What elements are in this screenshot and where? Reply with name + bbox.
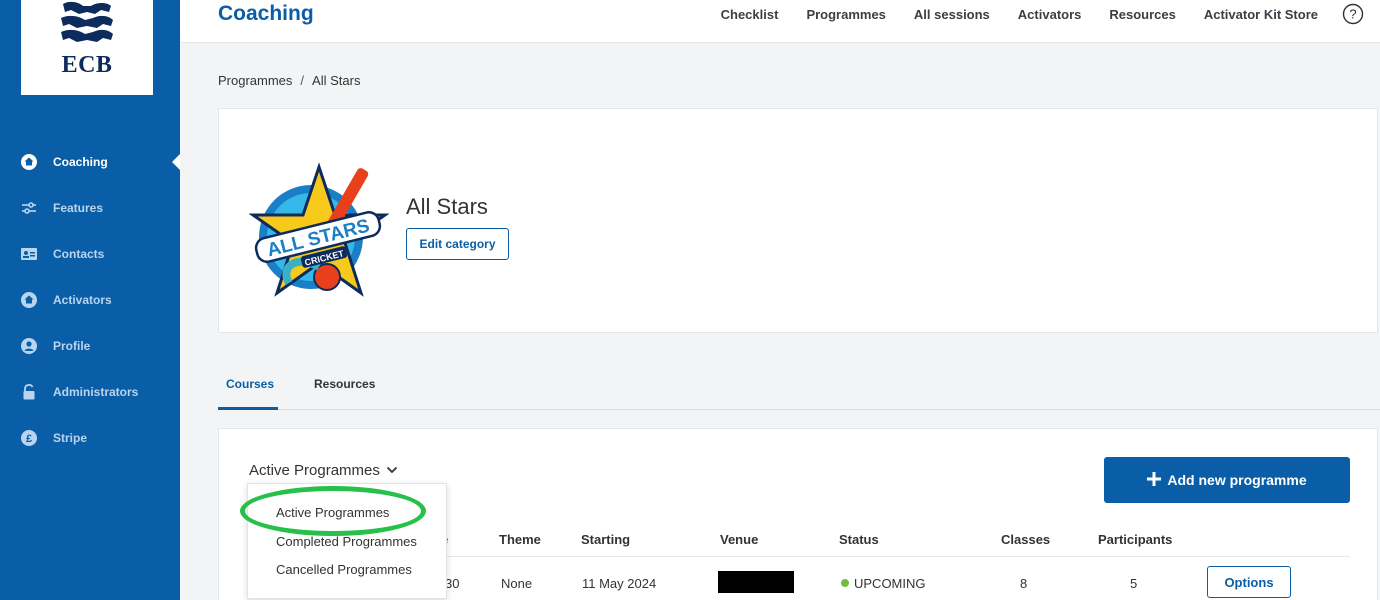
nav-link-resources[interactable]: Resources [1109, 7, 1175, 22]
sidebar-item-administrators[interactable]: Administrators [0, 377, 180, 407]
sidebar-item-label: Stripe [53, 431, 88, 445]
sidebar-item-features[interactable]: Features [0, 193, 180, 223]
column-header-participants[interactable]: Participants [1098, 532, 1172, 547]
cell-participants: 5 [1130, 576, 1138, 591]
sidebar: ECB Coaching Features Contacts Activator… [0, 0, 180, 600]
filter-selected-value: Active Programmes [249, 462, 380, 479]
tab-bar: Courses Resources [218, 370, 1380, 410]
add-new-programme-label: Add new programme [1167, 472, 1307, 488]
active-indicator [172, 154, 180, 170]
cell-starting: 11 May 2024 [582, 576, 657, 591]
nav-link-programmes[interactable]: Programmes [806, 7, 885, 22]
lions-crest-icon [61, 1, 113, 42]
column-header-starting[interactable]: Starting [581, 532, 630, 547]
logo-text: ECB [61, 52, 113, 78]
add-new-programme-button[interactable]: Add new programme [1104, 457, 1350, 503]
sidebar-item-label: Contacts [53, 247, 105, 261]
sidebar-item-activators[interactable]: Activators [0, 285, 180, 315]
cell-partial: 30 [445, 576, 460, 591]
page-title[interactable]: Coaching [218, 2, 314, 26]
edit-category-button[interactable]: Edit category [406, 228, 509, 260]
redacted-venue [718, 571, 794, 593]
tab-courses[interactable]: Courses [226, 377, 274, 391]
breadcrumb: Programmes / All Stars [218, 73, 360, 88]
breadcrumb-separator: / [300, 73, 305, 88]
tab-resources[interactable]: Resources [314, 377, 375, 391]
nav-link-checklist[interactable]: Checklist [721, 7, 779, 22]
breadcrumb-programmes[interactable]: Programmes [218, 73, 292, 88]
user-icon [21, 338, 37, 354]
sidebar-item-profile[interactable]: Profile [0, 331, 180, 361]
cell-status: UPCOMING [841, 576, 926, 591]
nav-link-activators[interactable]: Activators [1018, 7, 1082, 22]
dropdown-option-completed[interactable]: Completed Programmes [276, 534, 417, 549]
breadcrumb-current: All Stars [312, 73, 361, 88]
dropdown-option-cancelled[interactable]: Cancelled Programmes [276, 562, 412, 577]
home-icon [21, 154, 37, 170]
sidebar-item-stripe[interactable]: £ Stripe [0, 423, 180, 453]
active-tab-indicator [218, 407, 278, 410]
cell-classes: 8 [1020, 576, 1028, 591]
question-circle-icon[interactable]: ? [1342, 3, 1364, 25]
programme-filter-select[interactable]: Active Programmes [249, 461, 398, 479]
programme-filter-dropdown: Active Programmes Completed Programmes C… [247, 483, 447, 599]
chevron-down-icon [386, 461, 398, 478]
svg-text:?: ? [1349, 7, 1356, 22]
sidebar-item-label: Features [53, 201, 104, 215]
sidebar-item-label: Profile [53, 339, 91, 353]
column-header-theme[interactable]: Theme [499, 532, 541, 547]
sidebar-item-contacts[interactable]: Contacts [0, 239, 180, 269]
ecb-logo[interactable]: ECB [21, 0, 153, 95]
column-header-venue[interactable]: Venue [720, 532, 758, 547]
category-title: All Stars [406, 194, 488, 219]
id-card-icon [21, 246, 37, 262]
lock-icon [21, 384, 37, 400]
sidebar-item-coaching[interactable]: Coaching [0, 147, 180, 177]
sidebar-item-label: Coaching [53, 155, 108, 169]
status-dot-icon [841, 579, 849, 587]
category-card: ALL STARS CRICKET All Stars Edit categor… [218, 108, 1378, 333]
nav-link-all-sessions[interactable]: All sessions [914, 7, 990, 22]
sidebar-item-label: Activators [53, 293, 112, 307]
sidebar-item-label: Administrators [53, 385, 139, 399]
dropdown-option-active[interactable]: Active Programmes [276, 505, 389, 520]
cell-theme: None [501, 576, 533, 591]
column-header-classes[interactable]: Classes [1001, 532, 1050, 547]
status-badge: UPCOMING [854, 576, 926, 591]
top-bar: Coaching Checklist Programmes All sessio… [180, 0, 1380, 43]
all-stars-logo: ALL STARS CRICKET [248, 155, 390, 310]
home-icon [21, 292, 37, 308]
options-button[interactable]: Options [1207, 566, 1291, 598]
column-header-status[interactable]: Status [839, 532, 879, 547]
sliders-icon [21, 200, 37, 216]
pound-icon: £ [21, 430, 37, 446]
plus-icon [1147, 470, 1162, 490]
top-nav: Checklist Programmes All sessions Activa… [721, 0, 1380, 28]
svg-text:£: £ [26, 433, 32, 445]
nav-link-activator-kit-store[interactable]: Activator Kit Store [1204, 7, 1318, 22]
